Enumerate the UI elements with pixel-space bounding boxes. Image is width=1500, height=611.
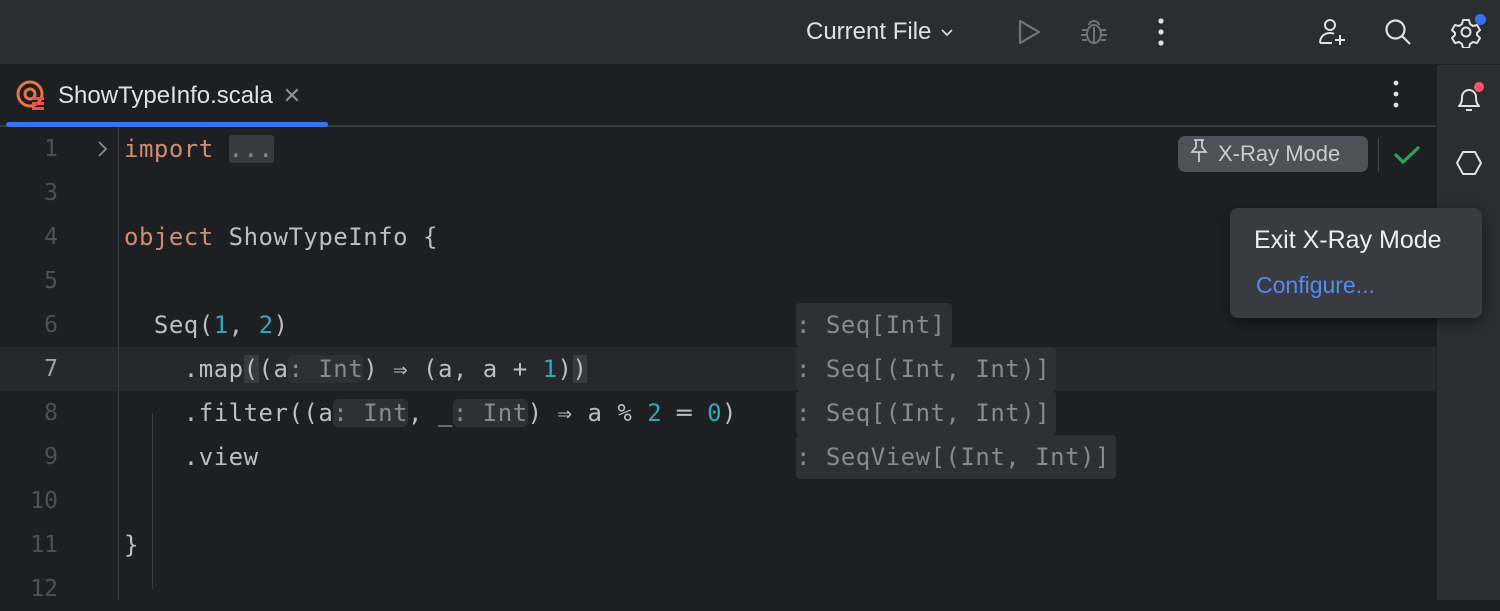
run-button[interactable] [1008, 0, 1048, 64]
scala-file-icon [16, 80, 48, 112]
code-line: 6 Seq(1, 2) [0, 303, 1436, 347]
code-line: 11 } [0, 523, 1436, 567]
line-number: 9 [44, 444, 58, 470]
code-token: .filter((a [124, 399, 334, 427]
main-toolbar: Current File [0, 0, 1500, 65]
gutter-separator [118, 127, 119, 600]
code-token: ) ⇒ a % [527, 399, 648, 427]
tab-options-button[interactable] [1382, 79, 1410, 113]
separator [1378, 138, 1379, 172]
inlay-type-hint[interactable]: : Int [333, 399, 409, 427]
xray-mode-popup: Exit X-Ray Mode Configure... [1230, 208, 1482, 318]
code-line: 12 [0, 567, 1436, 611]
number-literal: 1 [542, 355, 558, 383]
run-configuration-label: Current File [806, 18, 932, 45]
editor-area: ShowTypeInfo.scala ✕ 1 import ... 3 4 ob… [0, 65, 1436, 602]
chain-type-hint[interactable]: : Seq[Int] [796, 303, 952, 347]
notifications-icon [1453, 81, 1485, 120]
add-user-icon [1316, 16, 1348, 48]
settings-icon [1450, 14, 1486, 48]
more-vertical-icon [1382, 80, 1400, 113]
code-line: 3 [0, 171, 1436, 215]
ai-assistant-button[interactable] [1453, 147, 1485, 184]
code-token: Seq( [124, 311, 214, 339]
number-literal: 2 [258, 311, 274, 339]
debug-icon [1078, 16, 1110, 48]
line-number: 11 [30, 532, 58, 558]
number-literal: 1 [213, 311, 229, 339]
keyword: import [124, 135, 214, 163]
code-line: 9 .view [0, 435, 1436, 479]
line-number: 1 [44, 136, 58, 162]
code-token: ═ [662, 399, 708, 427]
inlay-type-hint[interactable]: : Int [452, 399, 528, 427]
search-icon [1383, 17, 1413, 47]
ai-assistant-icon [1453, 151, 1485, 183]
chain-type-hint[interactable]: : Seq[(Int, Int)] [796, 391, 1057, 435]
pin-icon [1188, 138, 1210, 170]
debug-button[interactable] [1074, 0, 1114, 64]
code-line: 10 [0, 479, 1436, 523]
line-number: 8 [44, 400, 58, 426]
line-number: 3 [44, 180, 58, 206]
line-number: 5 [44, 268, 58, 294]
code-line: 5 [0, 259, 1436, 303]
chevron-down-icon [939, 24, 955, 40]
number-literal: 0 [707, 399, 723, 427]
matched-paren: ( [243, 355, 259, 383]
code-line: 4 object ShowTypeInfo { [0, 215, 1436, 259]
chain-type-hint[interactable]: : Seq[(Int, Int)] [796, 347, 1057, 391]
editor-tab-strip: ShowTypeInfo.scala ✕ [0, 65, 1436, 127]
run-configuration-selector[interactable]: Current File [792, 0, 969, 64]
xray-mode-badge[interactable]: X-Ray Mode [1178, 136, 1368, 172]
close-icon[interactable]: ✕ [283, 83, 301, 109]
notification-badge [1474, 82, 1484, 92]
code-token: } [124, 531, 139, 559]
tab-label: ShowTypeInfo.scala [58, 82, 273, 109]
code-token: , [228, 311, 259, 339]
keyword: object [124, 223, 214, 251]
line-number: 6 [44, 312, 58, 338]
check-icon[interactable] [1394, 145, 1420, 170]
object-declaration: ShowTypeInfo { [213, 223, 438, 251]
code-token: , _ [408, 399, 453, 427]
code-line-current: 7 .map((a: Int) ⇒ (a, a + 1)) [0, 347, 1436, 391]
code-line: 8 .filter((a: Int, _: Int) ⇒ a % 2 ═ 0) [0, 391, 1436, 435]
settings-button[interactable] [1446, 0, 1486, 64]
run-icon [1013, 17, 1043, 47]
fold-expand-icon[interactable] [96, 139, 110, 164]
code-token: ) [722, 399, 737, 427]
configure-link[interactable]: Configure... [1256, 272, 1375, 299]
more-vertical-icon [1157, 17, 1165, 47]
notifications-button[interactable] [1453, 81, 1485, 120]
number-literal: 2 [647, 399, 663, 427]
exit-xray-mode-button[interactable]: Exit X-Ray Mode [1254, 226, 1442, 255]
code-token: (a [258, 355, 289, 383]
line-number: 12 [30, 576, 58, 602]
line-number: 4 [44, 224, 58, 250]
chain-type-hint[interactable]: : SeqView[(Int, Int)] [796, 435, 1116, 479]
line-number: 7 [44, 356, 58, 382]
tab-showtypeinfo-scala[interactable]: ShowTypeInfo.scala ✕ [6, 65, 328, 127]
more-actions-button[interactable] [1146, 0, 1176, 64]
code-token: ) [273, 311, 289, 339]
indent-guide [152, 413, 153, 589]
code-editor[interactable]: 1 import ... 3 4 object ShowTypeInfo { 5… [0, 127, 1436, 602]
line-number: 10 [30, 488, 58, 514]
right-tool-window-bar [1436, 65, 1500, 600]
code-token: ) [557, 355, 573, 383]
settings-badge [1475, 14, 1486, 25]
matched-paren: ) [572, 355, 588, 383]
inlay-type-hint[interactable]: : Int [288, 355, 364, 383]
xray-mode-label: X-Ray Mode [1218, 141, 1341, 166]
code-token: .view [124, 443, 259, 471]
code-token: .map [124, 355, 244, 383]
search-button[interactable] [1378, 0, 1418, 64]
code-token: ) ⇒ (a, a + [363, 355, 543, 383]
code-with-me-button[interactable] [1312, 0, 1352, 64]
folded-imports-placeholder[interactable]: ... [228, 135, 274, 163]
